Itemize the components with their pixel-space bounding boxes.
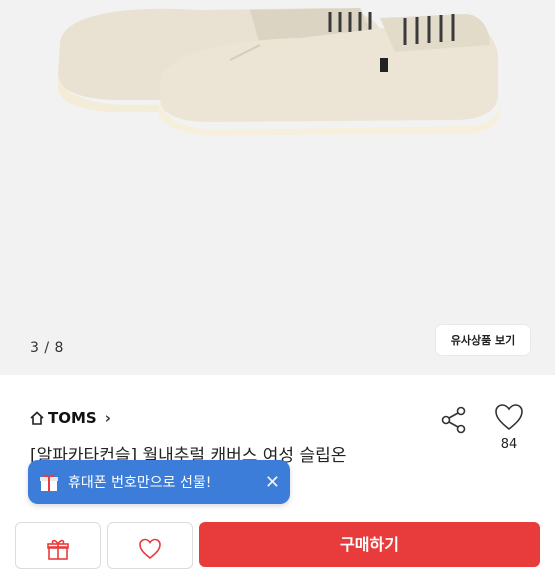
section-divider [0,375,555,383]
image-page-counter: 3 / 8 [30,340,64,356]
share-icon[interactable] [438,404,470,436]
like-button[interactable]: 84 [490,403,528,453]
like-count: 84 [500,437,518,452]
wishlist-button[interactable] [107,522,193,569]
toast-message: 휴대폰 번호만으로 선물! [68,475,212,491]
gift-toast[interactable]: 휴대폰 번호만으로 선물! ✕ [28,460,290,504]
product-image [0,0,555,300]
gift-icon [47,539,69,560]
heart-icon [495,404,523,431]
gift-button[interactable] [15,522,101,569]
chevron-right-icon: › [104,409,111,427]
similar-products-button[interactable]: 유사상품 보기 [436,325,530,355]
brand-name: TOMS [48,409,97,427]
home-icon [30,411,44,425]
brand-link[interactable]: TOMS › [30,408,111,428]
bottom-action-bar: 구매하기 [0,516,555,569]
gift-icon [40,474,58,491]
heart-icon [139,538,161,560]
buy-button[interactable]: 구매하기 [199,522,540,567]
product-image-gallery[interactable]: 3 / 8 유사상품 보기 [0,0,555,375]
close-icon[interactable]: ✕ [265,472,280,493]
